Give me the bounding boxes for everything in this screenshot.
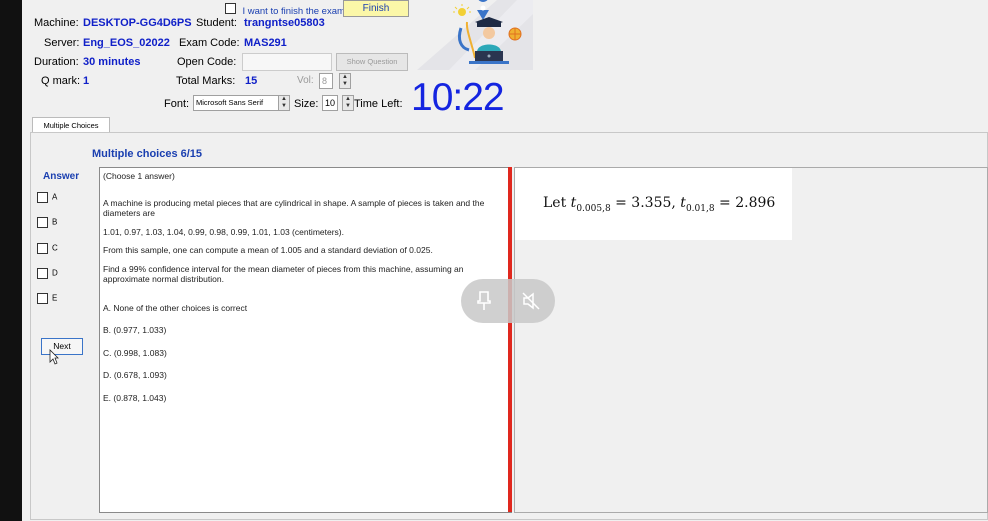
formula-t2-subscript: 0.01,8 [685, 203, 715, 214]
floating-control-bar [461, 279, 555, 323]
answer-label-d: D [52, 268, 58, 278]
finish-button[interactable]: Finish [343, 0, 409, 17]
question-instruction: (Choose 1 answer) [103, 171, 175, 181]
formula-text: Let t0.005,8 = 3.355, t0.01,8 = 2.896 [543, 195, 776, 214]
font-label: Font: [164, 98, 190, 110]
question-image: Let t0.005,8 = 3.355, t0.01,8 = 2.896 [515, 168, 792, 240]
question-title: Multiple choices 6/15 [92, 148, 203, 160]
vol-stepper[interactable]: 8 [319, 73, 333, 89]
question-image-area: Let t0.005,8 = 3.355, t0.01,8 = 2.896 [514, 167, 988, 513]
finish-checkbox[interactable] [225, 3, 236, 14]
formula-t2-value: = 2.896 [719, 195, 776, 211]
finish-checkbox-label: I want to finish the exam. [242, 6, 348, 17]
qmark-value: 1 [83, 75, 90, 87]
question-text: (Choose 1 answer) A machine is producing… [103, 171, 507, 403]
size-stepper[interactable]: 10 [322, 95, 338, 111]
next-button[interactable]: Next [41, 338, 83, 355]
formula-t1-subscript: 0.005,8 [576, 203, 611, 214]
answer-label-c: C [52, 243, 58, 253]
total-marks-label: Total Marks: [176, 75, 236, 87]
speaker-muted-icon[interactable] [521, 291, 541, 311]
question-paragraph: Find a 99% confidence interval for the m… [103, 263, 464, 285]
server-value: Eng_EOS_02022 [83, 37, 170, 49]
answer-checkbox-e[interactable] [37, 293, 48, 304]
answer-option-d[interactable]: D [37, 268, 58, 279]
choice-item: C. (0.998, 1.083) [103, 347, 167, 358]
answer-heading: Answer [43, 171, 80, 182]
question-panel: (Choose 1 answer) A machine is producing… [99, 167, 512, 513]
exam-code-label: Exam Code: [179, 37, 240, 49]
size-stepper-arrows[interactable]: ▲ ▼ [342, 95, 354, 111]
formula-t1-value: = 3.355, [615, 195, 676, 211]
panel-splitter[interactable] [508, 167, 512, 512]
answer-option-a[interactable]: A [37, 192, 57, 203]
vol-label: Vol: [297, 75, 314, 86]
show-question-button[interactable]: Show Question [336, 53, 408, 71]
question-paragraph: 1.01, 0.97, 1.03, 1.04, 0.99, 0.98, 0.99… [103, 226, 344, 237]
machine-label: Machine: [34, 17, 79, 29]
exam-client-window: I want to finish the exam. Finish Machin… [22, 0, 988, 521]
open-code-label: Open Code: [177, 56, 237, 68]
size-label: Size: [294, 98, 319, 110]
answer-checkbox-c[interactable] [37, 243, 48, 254]
choice-item: B. (0.977, 1.033) [103, 325, 167, 335]
choice-item: D. (0.678, 1.093) [103, 370, 167, 380]
answer-label-e: E [52, 293, 58, 303]
answer-label-a: A [52, 192, 58, 202]
vol-stepper-arrows[interactable]: ▲ ▼ [339, 73, 351, 89]
time-left-label: Time Left: [354, 98, 403, 110]
pin-icon[interactable] [477, 291, 491, 311]
open-code-input[interactable] [242, 53, 332, 71]
answer-option-b[interactable]: B [37, 217, 57, 228]
qmark-label: Q mark: [41, 75, 81, 87]
choice-item: A. None of the other choices is correct [103, 302, 248, 313]
student-value: trangntse05803 [244, 17, 325, 29]
formula-prefix: Let [543, 195, 567, 211]
answer-label-b: B [52, 217, 58, 227]
exam-logo-illustration [417, 0, 533, 70]
exam-code-value: MAS291 [244, 37, 287, 49]
question-paragraph: From this sample, one can compute a mean… [103, 245, 433, 255]
answer-option-c[interactable]: C [37, 243, 58, 254]
answer-checkbox-d[interactable] [37, 268, 48, 279]
font-select[interactable]: Microsoft Sans Serif [193, 95, 279, 111]
duration-label: Duration: [34, 56, 79, 68]
duration-value: 30 minutes [83, 56, 141, 68]
choice-item: E. (0.878, 1.043) [103, 392, 167, 403]
countdown-timer: 10:22 [411, 76, 505, 119]
answer-checkbox-a[interactable] [37, 192, 48, 203]
font-select-arrows[interactable]: ▲ ▼ [278, 95, 290, 111]
student-label: Student: [196, 17, 237, 29]
answer-option-e[interactable]: E [37, 293, 57, 304]
server-label: Server: [44, 37, 80, 49]
machine-value: DESKTOP-GG4D6PS [83, 17, 192, 29]
total-marks-value: 15 [245, 75, 258, 87]
question-paragraph: A machine is producing metal pieces that… [103, 197, 485, 219]
answer-checkbox-b[interactable] [37, 217, 48, 228]
tab-multiple-choices[interactable]: Multiple Choices [32, 117, 110, 133]
mouse-cursor-icon [49, 349, 59, 365]
